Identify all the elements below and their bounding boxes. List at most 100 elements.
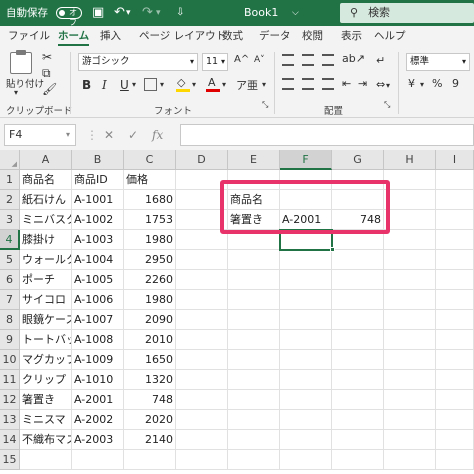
- cell-b4[interactable]: A-1003: [72, 230, 124, 250]
- save-icon[interactable]: ▣: [92, 0, 104, 26]
- cancel-entry-button[interactable]: ✕: [104, 124, 114, 146]
- column-header-h[interactable]: H: [384, 150, 436, 170]
- cell-c2[interactable]: 1680: [124, 190, 176, 210]
- fill-color-icon[interactable]: ◇: [176, 76, 190, 92]
- bold-button[interactable]: B: [82, 78, 91, 92]
- cell-a3[interactable]: ミニバスク: [20, 210, 72, 230]
- cell-h9[interactable]: [384, 330, 436, 350]
- cell-d5[interactable]: [176, 250, 228, 270]
- merge-center-icon[interactable]: ⇔: [376, 78, 385, 91]
- row-header-1[interactable]: 1: [0, 170, 20, 190]
- phonetic-icon[interactable]: ア亜: [236, 77, 258, 93]
- cell-b13[interactable]: A-2002: [72, 410, 124, 430]
- cell-a6[interactable]: ポーチ: [20, 270, 72, 290]
- cell-c13[interactable]: 2020: [124, 410, 176, 430]
- chevron-down-icon[interactable]: ▾: [386, 81, 390, 90]
- clipboard-icon[interactable]: [10, 50, 32, 74]
- cell-f12[interactable]: [280, 390, 332, 410]
- cell-c14[interactable]: 2140: [124, 430, 176, 450]
- cell-f11[interactable]: [280, 370, 332, 390]
- tab-review[interactable]: 校閲: [302, 26, 323, 46]
- column-header-c[interactable]: C: [124, 150, 176, 170]
- cell-i7[interactable]: [436, 290, 474, 310]
- cell-a2[interactable]: 紙石けん: [20, 190, 72, 210]
- font-color-icon[interactable]: A: [206, 76, 220, 92]
- cell-d14[interactable]: [176, 430, 228, 450]
- cell-c15[interactable]: [124, 450, 176, 470]
- format-painter-icon[interactable]: 🖌: [42, 82, 57, 96]
- row-header-3[interactable]: 3: [0, 210, 20, 230]
- cell-h7[interactable]: [384, 290, 436, 310]
- cell-e6[interactable]: [228, 270, 280, 290]
- cell-d6[interactable]: [176, 270, 228, 290]
- cell-e13[interactable]: [228, 410, 280, 430]
- cut-icon[interactable]: ✂: [42, 50, 52, 64]
- undo-dropdown-icon[interactable]: ▾: [126, 0, 131, 26]
- row-header-9[interactable]: 9: [0, 330, 20, 350]
- cell-a13[interactable]: ミニスマ: [20, 410, 72, 430]
- chevron-down-icon[interactable]: ▾: [262, 80, 266, 89]
- tab-insert[interactable]: 挿入: [100, 26, 121, 46]
- row-header-12[interactable]: 12: [0, 390, 20, 410]
- font-dialog-launcher-icon[interactable]: ⤡: [262, 100, 268, 110]
- row-header-4[interactable]: 4: [0, 230, 20, 250]
- cell-a14[interactable]: 不織布マス: [20, 430, 72, 450]
- cell-g5[interactable]: [332, 250, 384, 270]
- cell-c11[interactable]: 1320: [124, 370, 176, 390]
- chevron-down-icon[interactable]: ▾: [222, 80, 226, 89]
- cell-i14[interactable]: [436, 430, 474, 450]
- cell-i15[interactable]: [436, 450, 474, 470]
- increase-indent-icon[interactable]: ⇥: [358, 77, 367, 90]
- paste-button[interactable]: 貼り付け: [6, 76, 44, 90]
- number-format-combo[interactable]: 標準 ▾: [406, 53, 470, 71]
- cell-c4[interactable]: 1980: [124, 230, 176, 250]
- cell-g12[interactable]: [332, 390, 384, 410]
- cell-b8[interactable]: A-1007: [72, 310, 124, 330]
- cell-d13[interactable]: [176, 410, 228, 430]
- cell-a1[interactable]: 商品名: [20, 170, 72, 190]
- chevron-down-icon[interactable]: ▾: [132, 80, 136, 89]
- cell-g8[interactable]: [332, 310, 384, 330]
- cell-d7[interactable]: [176, 290, 228, 310]
- tab-home[interactable]: ホーム: [58, 26, 90, 46]
- font-name-combo[interactable]: 游ゴシック ▾: [78, 53, 198, 71]
- cell-b12[interactable]: A-2001: [72, 390, 124, 410]
- cell-e9[interactable]: [228, 330, 280, 350]
- tab-view[interactable]: 表示: [341, 26, 362, 46]
- insert-function-button[interactable]: fx: [152, 124, 163, 146]
- cell-f7[interactable]: [280, 290, 332, 310]
- cell-h5[interactable]: [384, 250, 436, 270]
- chevron-down-icon[interactable]: ▾: [160, 80, 164, 89]
- column-header-g[interactable]: G: [332, 150, 384, 170]
- customize-toolbar-icon[interactable]: ⇩: [176, 0, 184, 26]
- cell-c3[interactable]: 1753: [124, 210, 176, 230]
- cell-c12[interactable]: 748: [124, 390, 176, 410]
- cell-e7[interactable]: [228, 290, 280, 310]
- cell-g14[interactable]: [332, 430, 384, 450]
- cell-b14[interactable]: A-2003: [72, 430, 124, 450]
- cell-f13[interactable]: [280, 410, 332, 430]
- cell-i10[interactable]: [436, 350, 474, 370]
- cell-a5[interactable]: ウォールク: [20, 250, 72, 270]
- align-right-icon[interactable]: [322, 78, 334, 90]
- cell-a8[interactable]: 眼鏡ケース: [20, 310, 72, 330]
- align-left-icon[interactable]: [282, 78, 294, 90]
- cell-i11[interactable]: [436, 370, 474, 390]
- align-bottom-icon[interactable]: [322, 54, 334, 66]
- cell-h3[interactable]: [384, 210, 436, 230]
- percent-style-icon[interactable]: %: [432, 77, 442, 90]
- cell-b2[interactable]: A-1001: [72, 190, 124, 210]
- cell-h4[interactable]: [384, 230, 436, 250]
- cell-a12[interactable]: 箸置き: [20, 390, 72, 410]
- tab-help[interactable]: ヘルプ: [374, 26, 406, 46]
- cell-i3[interactable]: [436, 210, 474, 230]
- tab-file[interactable]: ファイル: [8, 26, 50, 46]
- cell-g7[interactable]: [332, 290, 384, 310]
- select-all-corner[interactable]: ◢: [0, 150, 20, 170]
- column-header-d[interactable]: D: [176, 150, 228, 170]
- cell-d15[interactable]: [176, 450, 228, 470]
- formula-input[interactable]: [180, 124, 474, 146]
- cell-h13[interactable]: [384, 410, 436, 430]
- column-header-f[interactable]: F: [280, 150, 332, 170]
- cell-h6[interactable]: [384, 270, 436, 290]
